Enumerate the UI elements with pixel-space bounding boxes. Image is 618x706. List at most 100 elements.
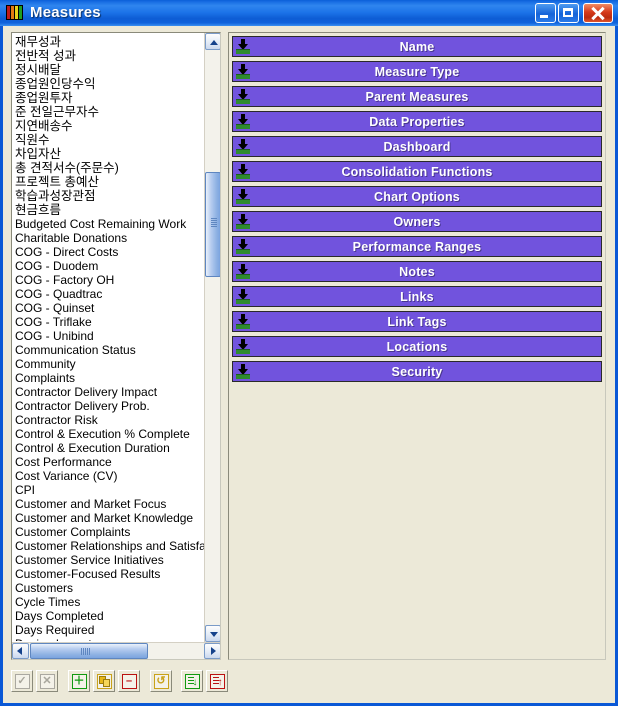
list-item[interactable]: Contractor Delivery Impact [15, 385, 205, 399]
list-item[interactable]: COG - Duodem [15, 259, 205, 273]
measure-list-panel: 재무성과 전반적 성과 정시배달 종업원인당수익 종업원투자 준 전일근무자수 지연배송수 직… [11, 32, 221, 660]
import-list-icon: ↓ [184, 673, 200, 689]
plus-icon-glyph: ＋ [73, 674, 85, 687]
client-area: 재무성과 전반적 성과 정시배달 종업원인당수익 종업원투자 준 전일근무자수 지연배송수 직… [3, 26, 615, 703]
list-item[interactable]: Control & Execution Duration [15, 441, 205, 455]
vertical-scrollbar-thumb[interactable] [205, 172, 220, 277]
list-item[interactable]: Customer and Market Focus [15, 497, 205, 511]
list-item[interactable]: 전반적 성과 [15, 49, 205, 63]
list-item[interactable]: Days Required [15, 623, 205, 637]
list-item[interactable]: Cost Performance [15, 455, 205, 469]
refresh-icon-glyph: ↺ [156, 674, 166, 687]
window-title: Measures [30, 4, 101, 21]
property-button-label: Consolidation Functions [341, 164, 493, 179]
list-item[interactable]: 준 전일근무자수 [15, 105, 205, 119]
property-button[interactable]: Owners [232, 211, 602, 232]
maximize-button[interactable] [558, 3, 579, 23]
refresh-icon: ↺ [153, 673, 169, 689]
horizontal-scrollbar[interactable] [12, 642, 220, 659]
copy-button[interactable] [93, 670, 115, 692]
list-item[interactable]: Communication Status [15, 343, 205, 357]
list-item[interactable]: Customer Complaints [15, 525, 205, 539]
measure-list[interactable]: 재무성과 전반적 성과 정시배달 종업원인당수익 종업원투자 준 전일근무자수 지연배송수 직… [12, 33, 205, 641]
download-arrow-icon [236, 189, 250, 205]
list-item[interactable]: 정시배달 [15, 63, 205, 77]
list-item[interactable]: Customer-Focused Results [15, 567, 205, 581]
property-button[interactable]: Locations [232, 336, 602, 357]
close-button[interactable] [583, 3, 613, 23]
list-item[interactable]: Contractor Delivery Prob. [15, 399, 205, 413]
property-button-label: Data Properties [369, 114, 465, 129]
list-item[interactable]: Customers [15, 581, 205, 595]
title-bar[interactable]: Measures [0, 0, 618, 26]
download-arrow-icon [236, 64, 250, 80]
list-item[interactable]: 재무성과 [15, 35, 205, 49]
property-button[interactable]: Dashboard [232, 136, 602, 157]
property-button-label: Locations [386, 339, 448, 354]
property-button[interactable]: Security [232, 361, 602, 382]
add-button[interactable]: ＋ [68, 670, 90, 692]
scroll-right-button[interactable] [204, 643, 220, 659]
list-item[interactable]: Contractor Risk [15, 413, 205, 427]
list-item[interactable]: Budgeted Cost Remaining Work [15, 217, 205, 231]
minus-icon-glyph: – [125, 674, 133, 687]
list-item[interactable]: 종업원인당수익 [15, 77, 205, 91]
refresh-button[interactable]: ↺ [150, 670, 172, 692]
property-button[interactable]: Name [232, 36, 602, 57]
property-button[interactable]: Links [232, 286, 602, 307]
list-item[interactable]: COG - Quinset [15, 301, 205, 315]
list-item[interactable]: 직원수 [15, 133, 205, 147]
list-item[interactable]: Charitable Donations [15, 231, 205, 245]
list-item[interactable]: 차입자산 [15, 147, 205, 161]
property-button[interactable]: Measure Type [232, 61, 602, 82]
list-item[interactable]: 학습과성장관점 [15, 189, 205, 203]
list-item[interactable]: COG - Quadtrac [15, 287, 205, 301]
list-item[interactable]: COG - Triflake [15, 315, 205, 329]
property-button[interactable]: Parent Measures [232, 86, 602, 107]
property-button[interactable]: Performance Ranges [232, 236, 602, 257]
delete-button[interactable]: – [118, 670, 140, 692]
minus-icon: – [121, 673, 137, 689]
property-button-label: Name [399, 39, 435, 54]
property-button[interactable]: Data Properties [232, 111, 602, 132]
plus-icon: ＋ [71, 673, 87, 689]
list-item[interactable]: Customer Relationships and Satisfactio [15, 539, 205, 553]
list-item[interactable]: Complaints [15, 371, 205, 385]
download-arrow-icon [236, 314, 250, 330]
minimize-button[interactable] [535, 3, 556, 23]
property-button[interactable]: Notes [232, 261, 602, 282]
list-item[interactable]: 프로젝트 총예산 [15, 175, 205, 189]
download-arrow-icon [236, 89, 250, 105]
list-item[interactable]: Control & Execution % Complete [15, 427, 205, 441]
property-button-label: Chart Options [374, 189, 460, 204]
cross-icon-glyph: ✕ [42, 674, 52, 687]
property-button[interactable]: Chart Options [232, 186, 602, 207]
scroll-left-button[interactable] [12, 643, 29, 659]
export-button[interactable]: ↑ [206, 670, 228, 692]
list-item[interactable]: Days Completed [15, 609, 205, 623]
import-button[interactable]: ↓ [181, 670, 203, 692]
download-arrow-icon [236, 214, 250, 230]
list-item[interactable]: COG - Unibind [15, 329, 205, 343]
list-item[interactable]: 현금흐름 [15, 203, 205, 217]
download-arrow-icon [236, 239, 250, 255]
list-item[interactable]: Cost Variance (CV) [15, 469, 205, 483]
list-item[interactable]: COG - Factory OH [15, 273, 205, 287]
property-button[interactable]: Consolidation Functions [232, 161, 602, 182]
scroll-up-button[interactable] [205, 33, 220, 50]
list-item[interactable]: Community [15, 357, 205, 371]
list-item[interactable]: 총 견적서수(주문수) [15, 161, 205, 175]
vertical-scrollbar[interactable] [204, 33, 220, 642]
horizontal-scrollbar-thumb[interactable] [30, 643, 148, 659]
list-item[interactable]: 지연배송수 [15, 119, 205, 133]
list-item[interactable]: Customer and Market Knowledge [15, 511, 205, 525]
download-arrow-icon [236, 139, 250, 155]
scroll-down-button[interactable] [205, 625, 220, 642]
list-item[interactable]: CPI [15, 483, 205, 497]
list-item[interactable]: 종업원투자 [15, 91, 205, 105]
property-button[interactable]: Link Tags [232, 311, 602, 332]
list-item[interactable]: Cycle Times [15, 595, 205, 609]
list-item[interactable]: Design Impact [15, 637, 205, 641]
list-item[interactable]: COG - Direct Costs [15, 245, 205, 259]
list-item[interactable]: Customer Service Initiatives [15, 553, 205, 567]
